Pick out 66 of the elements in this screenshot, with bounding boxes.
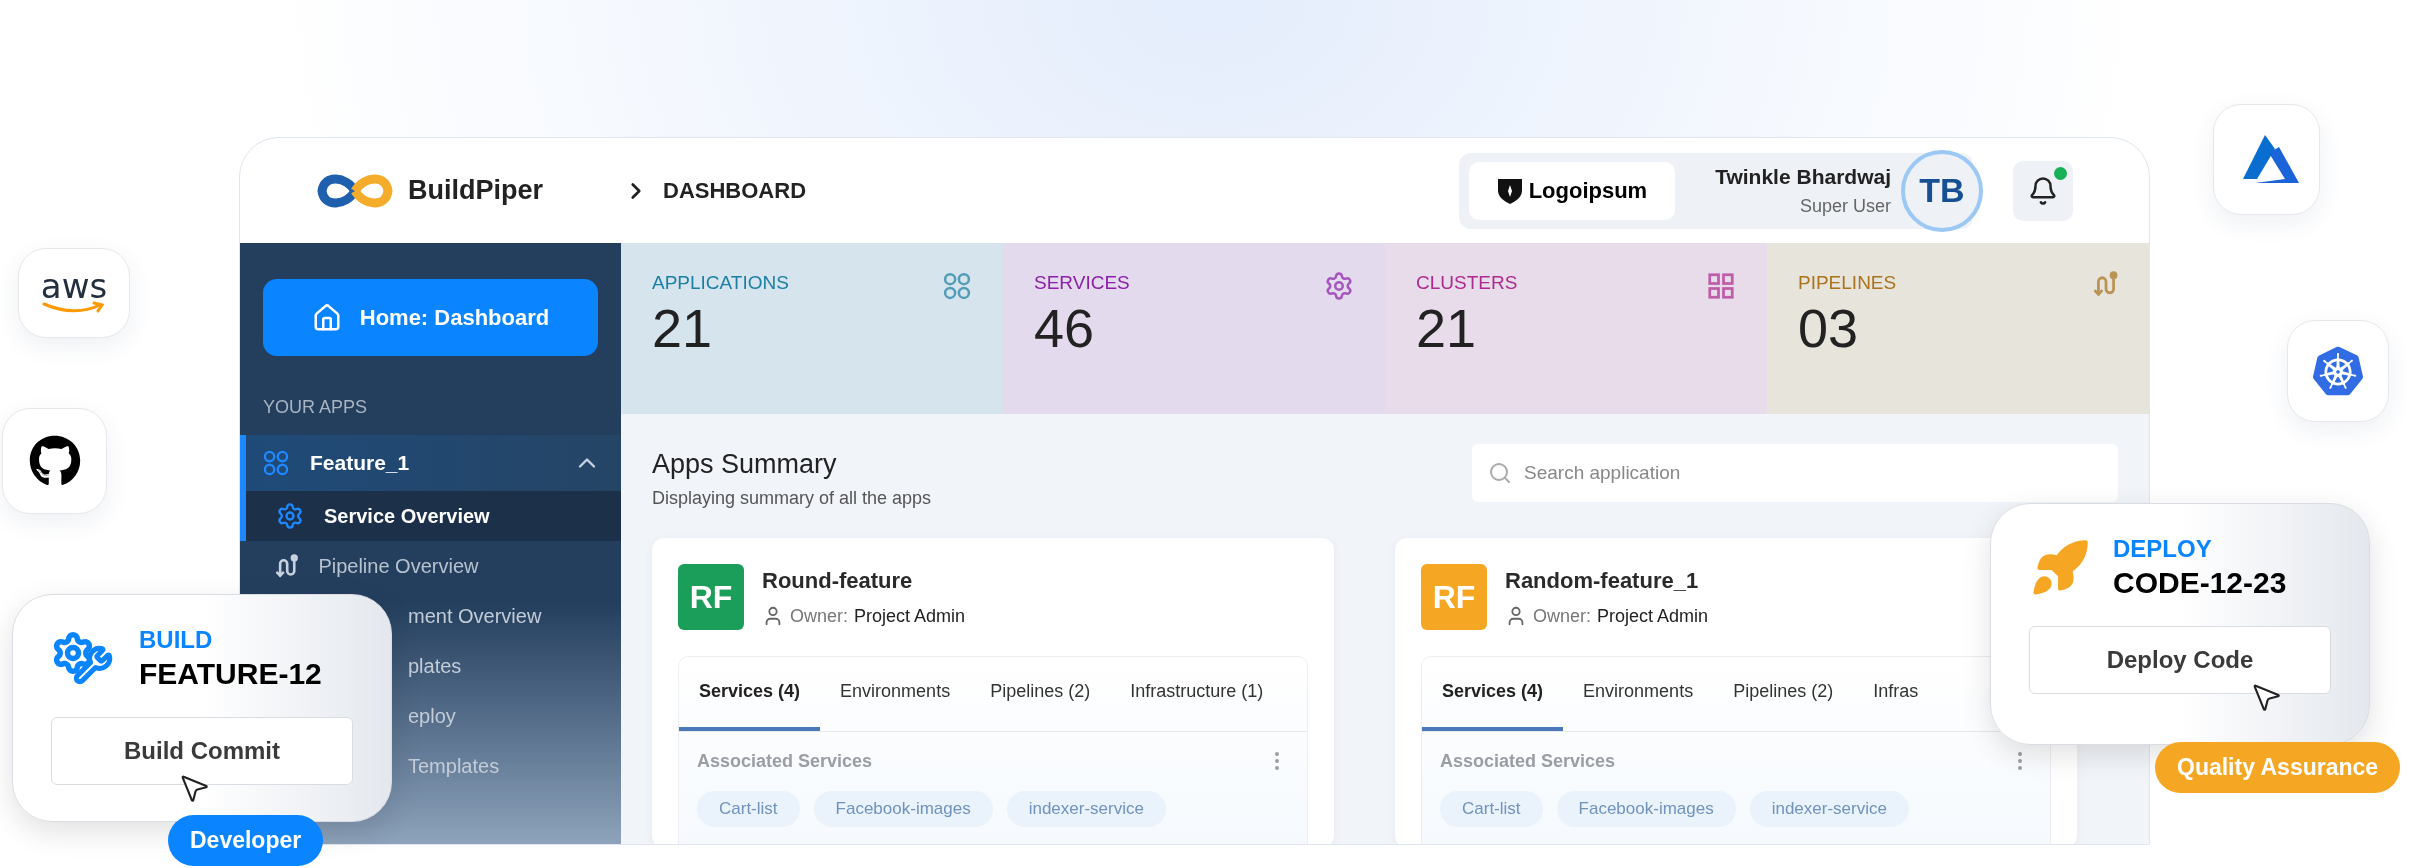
sidebar-item[interactable]: Pipeline Overview	[240, 541, 499, 591]
stat-value: 21	[1416, 297, 1478, 358]
gear-icon	[1324, 271, 1354, 301]
action-button[interactable]: Deploy Code	[2029, 626, 2331, 694]
owner-name: Project Admin	[1597, 604, 1709, 628]
app-name: Random-feature_1	[1505, 566, 1700, 595]
card-title: CODE-12-23	[2113, 565, 2287, 601]
sidebar-item[interactable]: Service Overview	[240, 491, 621, 541]
app-name: Round-feature	[762, 566, 914, 595]
role-badge: Developer	[168, 815, 324, 866]
tab[interactable]: Infras	[1853, 656, 1923, 731]
grid-icon	[1706, 271, 1736, 301]
sidebar-item[interactable]: ment Overview	[408, 591, 542, 641]
section-title: Associated Services	[1440, 749, 1616, 773]
app-avatar: RF	[1421, 563, 1487, 630]
notifications-button[interactable]	[2013, 160, 2073, 221]
section-title: Apps Summary	[652, 448, 838, 481]
tab[interactable]: Infrastructure (1)	[1110, 656, 1268, 731]
tab[interactable]: Pipelines (2)	[1713, 656, 1854, 731]
home-icon	[311, 302, 342, 333]
owner-label: Owner:	[790, 604, 849, 628]
pipeline-icon	[2094, 271, 2118, 297]
bell-icon	[2028, 175, 2058, 206]
org-logo: Logoipsum	[1468, 161, 1676, 220]
role-badge: Quality Assurance	[2155, 742, 2401, 793]
search-icon	[1488, 461, 1512, 485]
stat-value: 03	[1798, 297, 1860, 358]
four-circles-icon	[942, 271, 972, 301]
app-avatar: RF	[678, 563, 744, 630]
section-title: Associated Services	[697, 749, 873, 773]
app-group-row[interactable]: Feature_1	[240, 435, 621, 491]
tab[interactable]: Services (4)	[679, 656, 821, 731]
card-label: BUILD	[139, 625, 214, 655]
sidebar-item[interactable]: plates	[408, 641, 462, 691]
user-role: Super User	[1799, 194, 1891, 218]
stat-label: SERVICES	[1034, 271, 1130, 295]
owner-label: Owner:	[1533, 604, 1592, 628]
user-name: Twinkle Bhardwaj	[1715, 164, 1891, 191]
search-field[interactable]: Search application	[1472, 444, 2118, 502]
stat-label: CLUSTERS	[1416, 271, 1518, 295]
tab[interactable]: Environments	[1563, 656, 1714, 731]
brand-name: BuildPiper	[408, 174, 543, 208]
pipeline-icon	[276, 554, 299, 578]
card-title: FEATURE-12	[139, 656, 322, 692]
user-avatar[interactable]: TB	[1901, 149, 1983, 232]
stat-label: PIPELINES	[1798, 271, 1897, 295]
search-input[interactable]: Search application	[1524, 458, 2102, 488]
logo-text: aws	[40, 271, 108, 301]
tab[interactable]: Services (4)	[1422, 656, 1564, 731]
breadcrumb[interactable]: DASHBOARD	[663, 174, 806, 207]
gear-icon	[276, 502, 304, 530]
cat-silhouette-icon	[28, 435, 81, 487]
action-button[interactable]: Build Commit	[51, 717, 353, 785]
owner-name: Project Admin	[854, 604, 966, 628]
home-button[interactable]: Home: Dashboard	[263, 279, 598, 356]
tab[interactable]: Environments	[820, 656, 971, 731]
stat-label: APPLICATIONS	[652, 271, 789, 295]
smile-arrow-icon	[42, 301, 106, 315]
stat-value: 21	[652, 297, 714, 358]
section-heading: YOUR APPS	[263, 396, 369, 419]
tab[interactable]: Pipelines (2)	[970, 656, 1111, 731]
four-circles-icon	[262, 449, 290, 477]
helm-wheel-icon	[2313, 346, 2363, 396]
section-subtitle: Displaying summary of all the apps	[652, 486, 932, 510]
card-label: DEPLOY	[2113, 534, 2213, 564]
stat-value: 46	[1034, 297, 1096, 358]
